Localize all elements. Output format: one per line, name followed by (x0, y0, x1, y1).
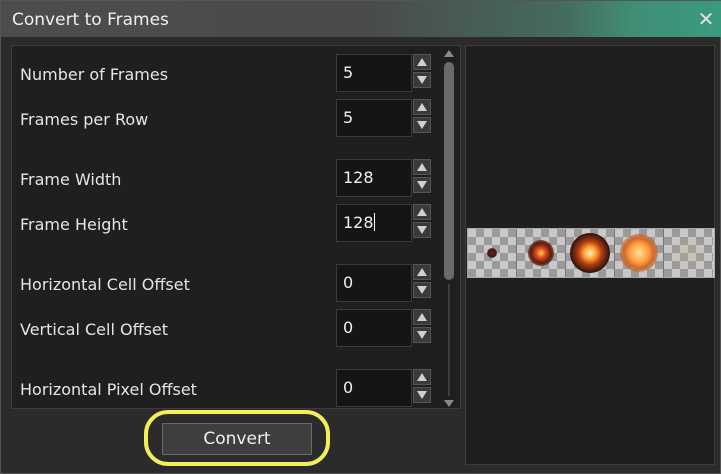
vertical-cell-offset-stepper (413, 309, 433, 345)
close-icon[interactable]: ✕ (696, 9, 716, 29)
scroll-up-icon[interactable] (444, 50, 454, 57)
settings-scrollbar[interactable] (442, 48, 456, 407)
triangle-down-icon[interactable] (413, 117, 431, 133)
label-horizontal-pixel-offset: Horizontal Pixel Offset (20, 380, 197, 399)
frame-height-stepper (413, 204, 433, 240)
triangle-down-icon[interactable] (413, 222, 431, 238)
triangle-up-icon[interactable] (413, 159, 431, 175)
preview-frame (615, 229, 664, 277)
settings-panel: Number of Frames 5 Frames per Row 5 Fram… (11, 45, 461, 409)
label-number-of-frames: Number of Frames (20, 65, 169, 84)
label-frame-width: Frame Width (20, 170, 122, 189)
triangle-down-icon[interactable] (413, 177, 431, 193)
triangle-up-icon[interactable] (413, 309, 431, 325)
label-frames-per-row: Frames per Row (20, 110, 149, 129)
horizontal-pixel-offset-input[interactable]: 0 (336, 369, 412, 407)
preview-panel (465, 45, 715, 465)
preview-frame (566, 229, 615, 277)
explosion-frame-4 (620, 234, 658, 272)
frame-width-stepper (413, 159, 433, 195)
frame-height-value: 128 (343, 213, 374, 232)
label-frame-height: Frame Height (20, 215, 128, 234)
frames-per-row-input[interactable]: 5 (336, 99, 412, 137)
explosion-frame-3 (570, 233, 610, 273)
frame-width-input[interactable]: 128 (336, 159, 412, 197)
convert-to-frames-dialog: Convert to Frames ✕ Number of Frames 5 F… (0, 0, 721, 474)
preview-frame (664, 229, 713, 277)
frame-height-input[interactable]: 128 (336, 204, 412, 242)
explosion-frame-5 (672, 237, 704, 269)
triangle-up-icon[interactable] (413, 204, 431, 220)
triangle-up-icon[interactable] (413, 99, 431, 115)
frames-per-row-stepper (413, 99, 433, 135)
horizontal-cell-offset-stepper (413, 264, 433, 300)
scroll-thumb[interactable] (444, 62, 454, 280)
label-vertical-cell-offset: Vertical Cell Offset (20, 320, 169, 339)
triangle-up-icon[interactable] (413, 264, 431, 280)
triangle-down-icon[interactable] (413, 327, 431, 343)
triangle-down-icon[interactable] (413, 282, 431, 298)
window-title: Convert to Frames (12, 10, 169, 30)
preview-frame (468, 229, 517, 277)
explosion-frame-2 (528, 240, 554, 266)
explosion-frame-1 (487, 248, 497, 258)
triangle-up-icon[interactable] (413, 54, 431, 70)
number-of-frames-input[interactable]: 5 (336, 54, 412, 92)
convert-button[interactable]: Convert (162, 423, 312, 455)
text-cursor (373, 213, 375, 231)
triangle-down-icon[interactable] (413, 72, 431, 88)
triangle-up-icon[interactable] (413, 369, 431, 385)
label-horizontal-cell-offset: Horizontal Cell Offset (20, 275, 190, 294)
scroll-track[interactable] (448, 284, 450, 396)
frame-preview-strip (467, 228, 715, 278)
triangle-down-icon[interactable] (413, 387, 431, 403)
horizontal-cell-offset-input[interactable]: 0 (336, 264, 412, 302)
vertical-cell-offset-input[interactable]: 0 (336, 309, 412, 347)
scroll-down-icon[interactable] (444, 400, 454, 407)
horizontal-pixel-offset-stepper (413, 369, 433, 405)
preview-frame (517, 229, 566, 277)
number-of-frames-stepper (413, 54, 433, 90)
title-bar[interactable]: Convert to Frames ✕ (1, 1, 721, 37)
